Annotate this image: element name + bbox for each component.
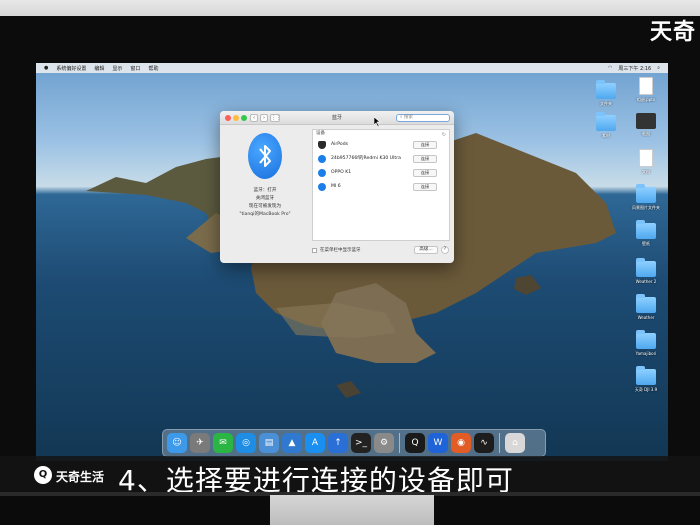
- folder-icon: [636, 220, 656, 239]
- device-row[interactable]: 24b957766f的Redmi K30 Ultra 连接: [313, 152, 449, 166]
- desktop-item[interactable]: 壁纸: [624, 220, 668, 247]
- wechat-icon[interactable]: ✉: [213, 433, 233, 453]
- help-button[interactable]: ?: [441, 246, 449, 254]
- desktop-item[interactable]: 素材: [584, 112, 628, 139]
- brand-logo-icon: Q: [34, 466, 52, 484]
- desktop-item[interactable]: 文件夹: [584, 80, 628, 107]
- search-icon: ⌕: [400, 115, 403, 120]
- firefox-icon[interactable]: ◉: [451, 433, 471, 453]
- bluetooth-status-panel: 蓝牙：打开 关闭蓝牙 现在可被发现为 "tianqi的MacBook Pro": [220, 125, 310, 263]
- menubar-clock[interactable]: 周三下午 2:16: [618, 65, 651, 72]
- bluetooth-preferences-window: ‹ › ⋮⋮ 蓝牙 ⌕ 搜索 蓝牙：打开 关闭蓝牙 现在可被发现为 "tianq…: [220, 111, 454, 263]
- desktop-item[interactable]: Weather: [624, 294, 668, 320]
- file-icon: [639, 149, 653, 167]
- device-row[interactable]: OPPO K1 连接: [313, 166, 449, 180]
- turn-off-bluetooth-button[interactable]: 关闭蓝牙: [220, 195, 310, 201]
- launchpad-icon[interactable]: ✈: [190, 433, 210, 453]
- bluetooth-status-text: 蓝牙：打开: [253, 188, 277, 193]
- menu-edit[interactable]: 编辑: [94, 65, 104, 72]
- mouse-cursor-icon: [374, 117, 381, 127]
- device-name: MI 6: [331, 184, 341, 189]
- mac-menubar: ● 系统偏好设置 编辑 显示 窗口 帮助 ◠ 周三下午 2:16 ⌕: [36, 63, 668, 73]
- menu-window[interactable]: 窗口: [130, 65, 140, 72]
- qq-icon[interactable]: Q: [405, 433, 425, 453]
- airpods-icon: [318, 141, 326, 149]
- bluetooth-icon: [318, 183, 326, 191]
- devices-list: 设备 ↻ AirPods 连接 24b957766f的Redmi K30 Ult…: [312, 129, 450, 241]
- folder-icon: [636, 184, 656, 203]
- folder-icon: [636, 294, 656, 313]
- search-field[interactable]: ⌕ 搜索: [396, 114, 450, 122]
- folder-icon: [636, 330, 656, 349]
- menu-view[interactable]: 显示: [112, 65, 122, 72]
- dock: ☺ ✈ ✉ ◎ ▤ ▲ A ↑ >_ ⚙ Q W ◉ ∿ ⌂: [162, 429, 546, 457]
- desktop-item[interactable]: 文档: [624, 149, 668, 175]
- finder-icon[interactable]: ☺: [167, 433, 187, 453]
- connect-button[interactable]: 连接: [413, 183, 437, 191]
- wifi-icon[interactable]: ◠: [608, 65, 612, 72]
- safari-icon[interactable]: ◎: [236, 433, 256, 453]
- dock-separator: [399, 433, 400, 453]
- dock-separator: [499, 433, 500, 453]
- trash-icon[interactable]: ⌂: [505, 433, 525, 453]
- folder-icon: [596, 80, 616, 99]
- bluetooth-logo-icon: [248, 133, 282, 179]
- desktop-item[interactable]: Weather 2: [624, 258, 668, 284]
- monitor-stand: [270, 495, 434, 525]
- folder-icon: [636, 258, 656, 277]
- file-icon: [639, 77, 653, 95]
- files-icon[interactable]: ▤: [259, 433, 279, 453]
- connect-button[interactable]: 连接: [413, 141, 437, 149]
- show-in-menubar-checkbox[interactable]: [312, 248, 317, 253]
- desktop-item[interactable]: 截图: [624, 113, 668, 137]
- image-file-icon: [636, 113, 656, 129]
- devices-header: 设备 ↻: [316, 131, 446, 138]
- device-name-text: "tianqi的MacBook Pro": [239, 212, 291, 217]
- apple-menu-icon[interactable]: ●: [44, 65, 48, 71]
- advanced-button[interactable]: 高级...: [414, 246, 438, 254]
- monitor-top-bezel: [0, 0, 700, 16]
- window-footer: 在菜单栏中显示蓝牙 高级... ?: [312, 245, 450, 257]
- spotlight-icon[interactable]: ⌕: [657, 65, 660, 72]
- device-name: AirPods: [331, 142, 349, 147]
- terminal-icon[interactable]: >_: [351, 433, 371, 453]
- settings-icon[interactable]: ⚙: [374, 433, 394, 453]
- video-frame: 天奇 ● 系统偏好设置 编辑 显示 窗口 帮助 ◠ 周三下午 2:16 ⌕ 文件…: [0, 0, 700, 525]
- connect-button[interactable]: 连接: [413, 155, 437, 163]
- device-row[interactable]: MI 6 连接: [313, 180, 449, 194]
- activity-icon[interactable]: ∿: [474, 433, 494, 453]
- connect-button[interactable]: 连接: [413, 169, 437, 177]
- device-row[interactable]: AirPods 连接: [313, 138, 449, 152]
- bluetooth-icon: [318, 169, 326, 177]
- folder-icon: [596, 112, 616, 131]
- device-name: OPPO K1: [331, 170, 352, 175]
- subtitle-brand: 天奇生活: [56, 470, 105, 484]
- discoverable-text: 现在可被发现为: [248, 204, 282, 209]
- desktop-item[interactable]: 风景图片文件夹: [624, 184, 668, 211]
- folder-icon: [636, 366, 656, 385]
- device-name: 24b957766f的Redmi K30 Ultra: [331, 156, 401, 161]
- menu-help[interactable]: 帮助: [148, 65, 158, 72]
- wps-icon[interactable]: W: [428, 433, 448, 453]
- upload-icon[interactable]: ↑: [328, 433, 348, 453]
- window-titlebar: ‹ › ⋮⋮ 蓝牙 ⌕ 搜索: [220, 111, 454, 125]
- show-in-menubar-label: 在菜单栏中显示蓝牙: [320, 248, 361, 253]
- desktop-item[interactable]: 天奇 DJI 3.9: [624, 366, 668, 393]
- keynote-icon[interactable]: ▲: [282, 433, 302, 453]
- desktop-item[interactable]: Yamajibori: [624, 330, 668, 356]
- bluetooth-icon: [318, 155, 326, 163]
- menu-system-preferences[interactable]: 系统偏好设置: [56, 65, 86, 72]
- mac-screen: ● 系统偏好设置 编辑 显示 窗口 帮助 ◠ 周三下午 2:16 ⌕ 文件夹 相…: [36, 63, 668, 461]
- watermark-brand: 天奇: [649, 20, 696, 45]
- desktop-item[interactable]: 相册.pptx: [624, 77, 668, 103]
- appstore-icon[interactable]: A: [305, 433, 325, 453]
